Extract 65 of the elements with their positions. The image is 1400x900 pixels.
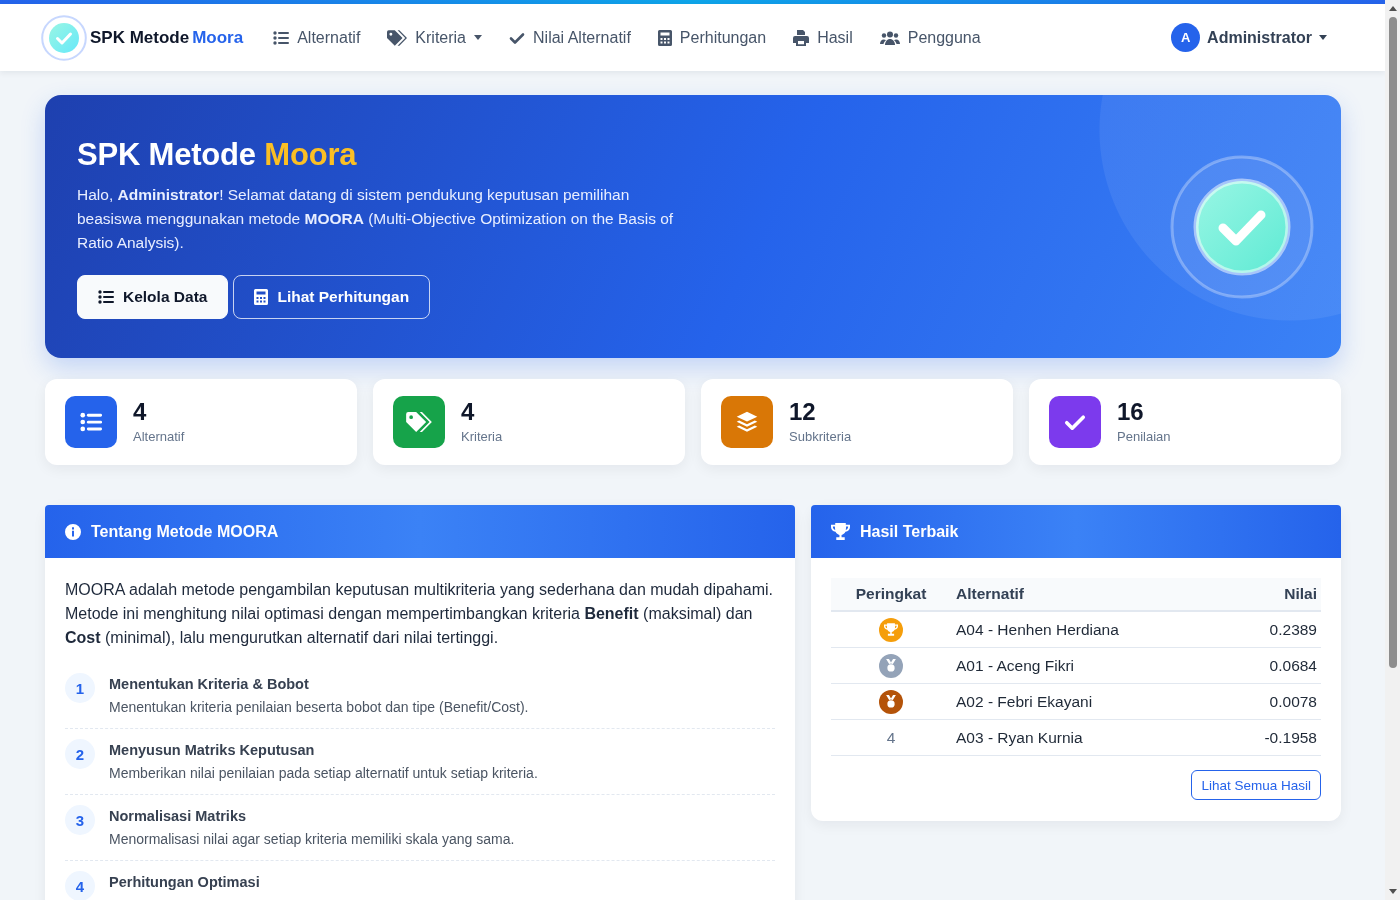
nav-link[interactable]: Hasil — [793, 28, 853, 47]
stat-value: 4 — [461, 398, 476, 426]
column-header: Nilai — [1284, 585, 1318, 603]
scrollbar[interactable] — [1385, 0, 1400, 900]
tags-icon — [387, 29, 408, 46]
stat-label: Subkriteria — [789, 428, 852, 446]
hero-description: Halo, Administrator! Selamat datang di sistem pendukung keputusan pemilihan beasiswa menggunakan metode MOORA (Multi-Objective Optimization on the Basis of Ratio Analysis). — [77, 185, 675, 253]
step-description: Memberikan nilai penilaian pada setiap alternatif untuk setiap kriteria. — [109, 764, 538, 783]
table-cell: 4 — [886, 728, 896, 747]
step-number: 2 — [65, 739, 95, 769]
users-icon — [879, 29, 900, 46]
table-cell-text: A03 - Ryan Kurnia — [955, 728, 1083, 747]
step-description: Menentukan kriteria penilaian beserta bobot dan tipe (Benefit/Cost). — [109, 698, 529, 717]
list-icon — [273, 29, 290, 46]
down-arrow-icon[interactable] — [1388, 889, 1397, 894]
nav-link[interactable]: Kriteria — [387, 28, 482, 47]
column-header: Alternatif — [955, 585, 1025, 603]
step-title: Menentukan Kriteria & Bobot — [109, 675, 310, 694]
brand-link[interactable]: SPK Metode Moora — [41, 14, 244, 61]
calculator-icon — [254, 289, 269, 305]
column-header: Peringkat — [855, 585, 927, 603]
list-icon — [98, 289, 114, 305]
stat-value: 16 — [1117, 398, 1145, 426]
scrollbar-thumb[interactable] — [1388, 17, 1397, 668]
caret-icon — [1319, 35, 1327, 40]
card-title: Tentang Metode MOORA — [91, 522, 279, 541]
description-text: MOORA adalah metode pengambilan keputusan multikriteria yang sederhana dan mudah dipahami. Metode ini menghitung nilai optimasi dengan mempertimbangkan kriteria Benefit (maksimal) dan Cost (minimal), lalu mengurutkan alternatif dari nilai tertinggi. — [65, 580, 774, 648]
table-cell-text: -0.1958 — [1264, 728, 1318, 747]
stat-label: Kriteria — [461, 428, 503, 446]
stat-label: Alternatif — [133, 428, 185, 446]
info-icon — [65, 523, 81, 540]
trophy-icon — [831, 523, 850, 540]
hero-title: SPK Metode Moora — [77, 136, 358, 174]
table-cell-text: 0.0684 — [1269, 656, 1318, 675]
step-title: Perhitungan Optimasi — [109, 873, 260, 892]
stat-value: 4 — [133, 398, 148, 426]
table-cell-text: 0.2389 — [1269, 620, 1318, 639]
nav-link[interactable]: Nilai Alternatif — [509, 28, 631, 47]
check-logo-icon — [41, 14, 87, 61]
step-title: Normalisasi Matriks — [109, 807, 247, 826]
manage-data-button[interactable]: Kelola Data — [77, 275, 229, 319]
caret-icon — [474, 35, 482, 40]
step-title: Menyusun Matriks Keputusan — [109, 741, 316, 760]
stat-label: Penilaian — [1117, 428, 1171, 446]
user-avatar: A — [1171, 23, 1201, 52]
nav-link[interactable]: Perhitungan — [657, 28, 767, 47]
card-title: Hasil Terbaik — [860, 522, 959, 541]
table-cell-text: A02 - Febri Ekayani — [955, 692, 1093, 711]
nav-link[interactable]: Pengguna — [879, 28, 981, 47]
view-calculation-button[interactable]: Lihat Perhitungan — [233, 275, 431, 319]
step-number: 1 — [65, 673, 95, 703]
table-cell-text: A04 - Henhen Herdiana — [955, 620, 1119, 639]
nav-link[interactable]: Alternatif — [273, 28, 361, 47]
calculator-icon — [657, 29, 672, 46]
table-cell-text: 0.0078 — [1269, 692, 1318, 711]
stat-value: 12 — [789, 398, 817, 426]
user-menu-button[interactable]: A Administrator — [1171, 23, 1327, 52]
step-number: 4 — [65, 871, 95, 900]
view-all-results-button[interactable]: Lihat Semua Hasil — [1191, 770, 1321, 800]
table-cell-text: A01 - Aceng Fikri — [955, 656, 1075, 675]
step-description: Menormalisasi nilai agar setiap kriteria memiliki skala yang sama. — [109, 830, 515, 849]
printer-icon — [793, 29, 810, 46]
check-badge-icon — [1170, 155, 1314, 299]
up-arrow-icon[interactable] — [1388, 6, 1397, 11]
step-number: 3 — [65, 805, 95, 835]
